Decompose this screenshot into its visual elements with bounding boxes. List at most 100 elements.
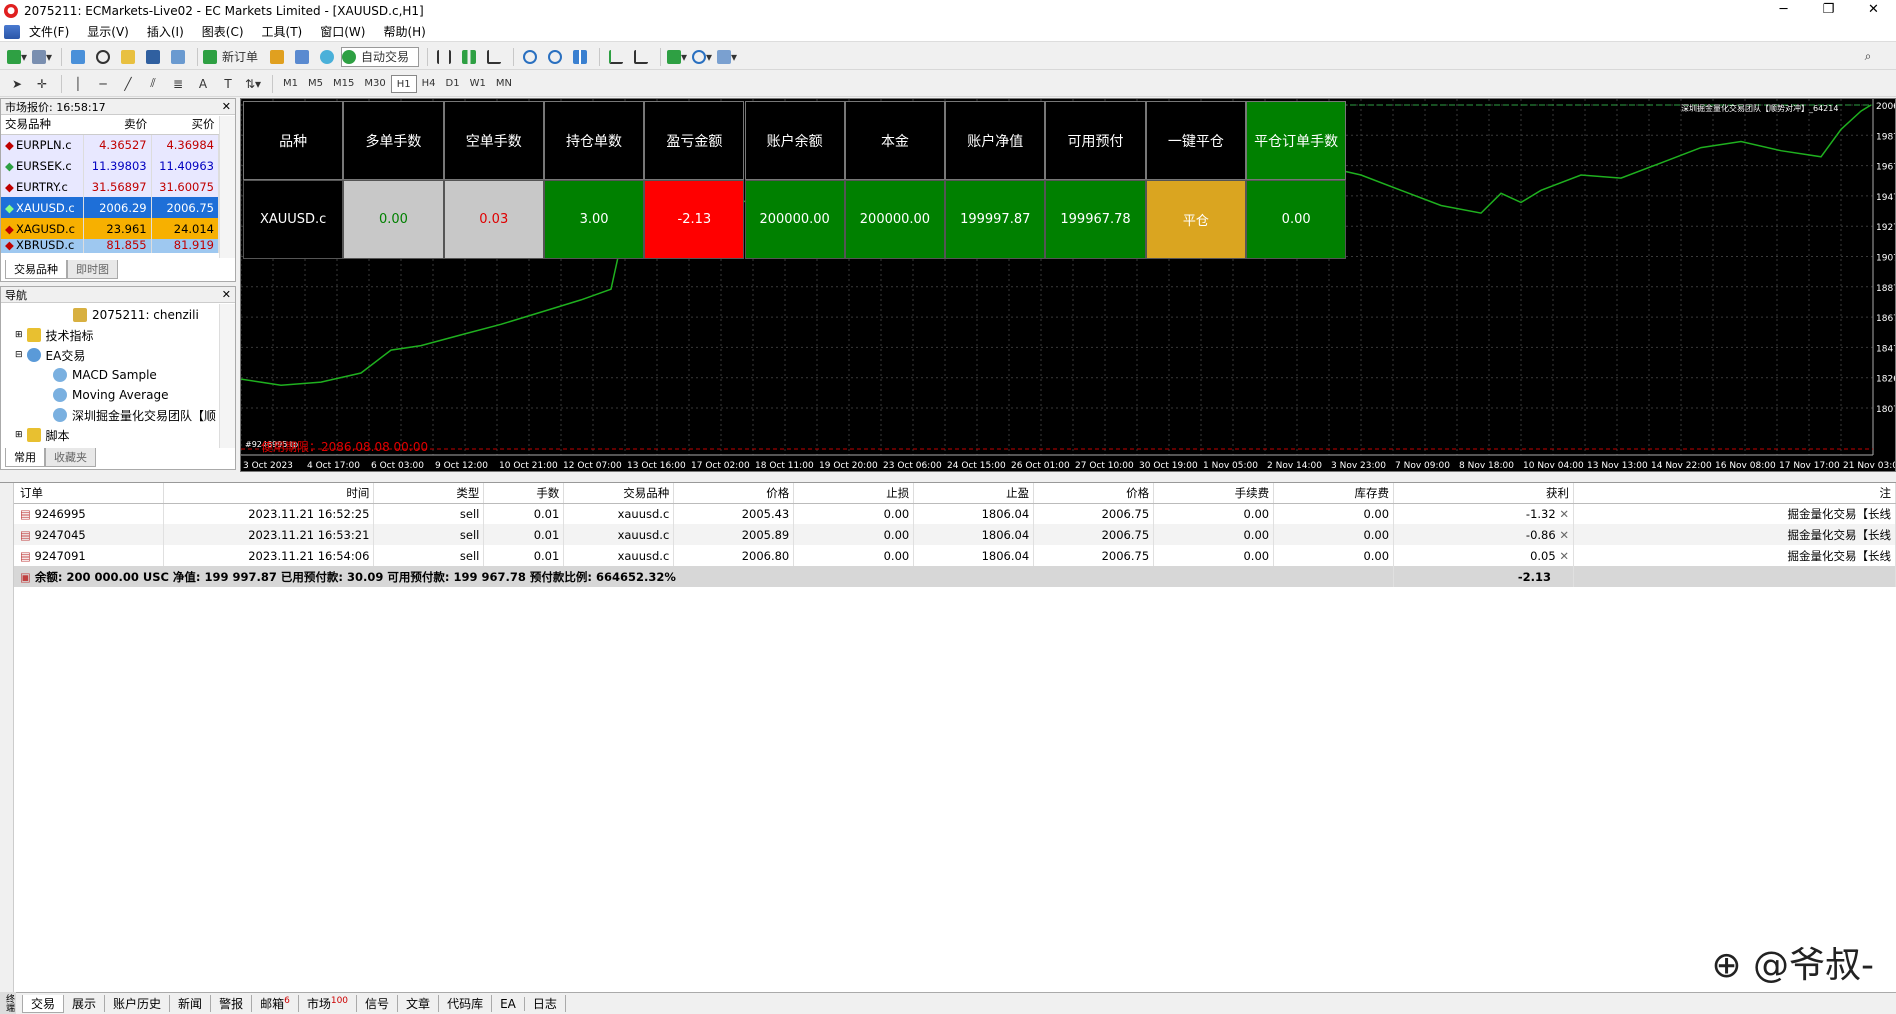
timeframe-h4[interactable]: H4: [417, 75, 441, 93]
menu-tools[interactable]: 工具(T): [253, 23, 312, 40]
close-order-icon[interactable]: ✕: [1556, 507, 1569, 521]
close-icon[interactable]: ✕: [222, 100, 231, 113]
periods-button[interactable]: ▾: [691, 47, 713, 67]
menu-insert[interactable]: 插入(I): [138, 23, 193, 40]
nav-account[interactable]: 2075211: chenzili: [1, 305, 235, 325]
terminal-tab[interactable]: 警报: [211, 995, 253, 1012]
timeframe-m5[interactable]: M5: [303, 75, 328, 93]
nav-expert-advisors[interactable]: ⊟ EA交易: [1, 345, 235, 365]
nav-ea-macd[interactable]: MACD Sample: [1, 365, 235, 385]
menu-window[interactable]: 窗口(W): [311, 23, 374, 40]
terminal-tab[interactable]: 邮箱6: [252, 995, 299, 1012]
column-header[interactable]: 交易品种: [563, 483, 675, 504]
new-order-button[interactable]: 新订单: [203, 47, 263, 67]
terminal-tab[interactable]: EA: [492, 996, 525, 1011]
terminal-tab[interactable]: 新闻: [170, 995, 212, 1012]
tile-windows-button[interactable]: [569, 47, 591, 67]
column-header[interactable]: 手数: [483, 483, 565, 504]
column-symbol[interactable]: 交易品种: [1, 115, 84, 135]
timeframe-m30[interactable]: M30: [359, 75, 390, 93]
candle-chart-button[interactable]: [458, 47, 480, 67]
symbol-row[interactable]: ◆ XAGUSD.c 23.961 24.014: [1, 218, 220, 239]
line-chart-button[interactable]: [483, 47, 505, 67]
nav-indicators[interactable]: ⊞ 技术指标: [1, 325, 235, 345]
symbol-row[interactable]: ◆ EURSEK.c 11.39803 11.40963: [1, 155, 220, 176]
search-button[interactable]: ⌕: [1857, 47, 1879, 67]
column-header[interactable]: 订单: [14, 483, 165, 504]
timeframe-m1[interactable]: M1: [278, 75, 303, 93]
experts-button[interactable]: [291, 47, 313, 67]
market-watch-button[interactable]: [67, 47, 89, 67]
auto-trading-button[interactable]: 自动交易: [341, 46, 420, 67]
tab-tick-chart[interactable]: 即时图: [67, 260, 118, 279]
terminal-button[interactable]: [142, 47, 164, 67]
terminal-tab[interactable]: 日志: [525, 995, 566, 1012]
column-header[interactable]: 获利: [1393, 483, 1574, 504]
order-row[interactable]: ▤ 9247045 2023.11.21 16:53:21 sell 0.01 xauu…: [14, 524, 1896, 545]
navigator-scrollbar[interactable]: [219, 304, 235, 448]
column-header[interactable]: 止损: [793, 483, 915, 504]
signals-button[interactable]: [316, 47, 338, 67]
tab-common[interactable]: 常用: [5, 448, 45, 467]
symbol-row[interactable]: ◆ EURPLN.c 4.36527 4.36984: [1, 134, 220, 155]
profiles-button[interactable]: ▾: [31, 47, 53, 67]
price-chart[interactable]: 2006 1987 1967 1947 1927 1907 1887 1867 1847 1826…: [240, 98, 1896, 472]
order-row[interactable]: ▤ 9247091 2023.11.21 16:54:06 sell 0.01 xauu…: [14, 545, 1896, 566]
column-header[interactable]: 时间: [163, 483, 375, 504]
terminal-tab[interactable]: 代码库: [439, 995, 493, 1012]
timeframe-w1[interactable]: W1: [465, 75, 491, 93]
column-header[interactable]: 类型: [373, 483, 485, 504]
close-all-button[interactable]: 平仓: [1145, 180, 1246, 259]
symbol-row[interactable]: ◆ EURTRY.c 31.56897 31.60075: [1, 176, 220, 197]
close-button[interactable]: ✕: [1851, 0, 1896, 22]
column-header[interactable]: 手续费: [1153, 483, 1275, 504]
menu-help[interactable]: 帮助(H): [374, 23, 434, 40]
column-ask[interactable]: 买价: [151, 115, 219, 135]
close-order-icon[interactable]: ✕: [1556, 549, 1569, 563]
auto-scroll-button[interactable]: [605, 47, 627, 67]
trendline-button[interactable]: ╱: [117, 74, 139, 94]
timeframe-d1[interactable]: D1: [441, 75, 465, 93]
symbol-row-selected[interactable]: ◆ XAUUSD.c 2006.29 2006.75: [1, 197, 220, 218]
menu-file[interactable]: 文件(F): [20, 23, 78, 40]
terminal-tab[interactable]: 账户历史: [105, 995, 171, 1012]
terminal-tab[interactable]: 交易: [22, 994, 65, 1013]
market-watch-scrollbar[interactable]: [219, 116, 235, 258]
nav-ea-moving-average[interactable]: Moving Average: [1, 385, 235, 405]
cursor-button[interactable]: ➤: [6, 74, 28, 94]
order-row[interactable]: ▤ 9246995 2023.11.21 16:52:25 sell 0.01 xauu…: [14, 503, 1896, 524]
timeframe-h1[interactable]: H1: [390, 74, 417, 93]
symbol-row[interactable]: ◆ XBRUSD.c 81.855 81.919: [1, 239, 220, 253]
bar-chart-button[interactable]: [433, 47, 455, 67]
terminal-tab[interactable]: 信号: [357, 995, 399, 1012]
arrows-button[interactable]: ⇅▾: [242, 74, 264, 94]
nav-ea-custom[interactable]: 深圳掘金量化交易团队【顺: [1, 405, 235, 425]
label-button[interactable]: T: [217, 74, 239, 94]
data-window-button[interactable]: [92, 47, 114, 67]
templates-button[interactable]: ▾: [716, 47, 738, 67]
column-header[interactable]: 库存费: [1273, 483, 1395, 504]
close-icon[interactable]: ✕: [222, 288, 231, 301]
close-order-icon[interactable]: ✕: [1556, 528, 1569, 542]
tester-button[interactable]: [167, 47, 189, 67]
column-header[interactable]: 价格: [673, 483, 795, 504]
zoom-in-button[interactable]: [519, 47, 541, 67]
menu-view[interactable]: 显示(V): [78, 23, 138, 40]
timeframe-mn[interactable]: MN: [491, 75, 517, 93]
channel-button[interactable]: ⫽: [142, 74, 164, 94]
column-header[interactable]: 注: [1573, 483, 1896, 504]
column-bid[interactable]: 卖价: [83, 115, 152, 135]
restore-button[interactable]: ❐: [1806, 0, 1851, 22]
nav-scripts[interactable]: ⊞ 脚本: [1, 425, 235, 445]
tab-favorites[interactable]: 收藏夹: [45, 448, 96, 467]
indicators-button[interactable]: ▾: [666, 47, 688, 67]
vertical-line-button[interactable]: │: [67, 74, 89, 94]
zoom-out-button[interactable]: [544, 47, 566, 67]
crosshair-button[interactable]: ✛: [31, 74, 53, 94]
horizontal-line-button[interactable]: ─: [92, 74, 114, 94]
tab-symbols[interactable]: 交易品种: [5, 260, 67, 279]
timeframe-m15[interactable]: M15: [328, 75, 359, 93]
column-header[interactable]: 价格: [1033, 483, 1155, 504]
minimize-button[interactable]: ─: [1761, 0, 1806, 22]
navigator-button[interactable]: [117, 47, 139, 67]
